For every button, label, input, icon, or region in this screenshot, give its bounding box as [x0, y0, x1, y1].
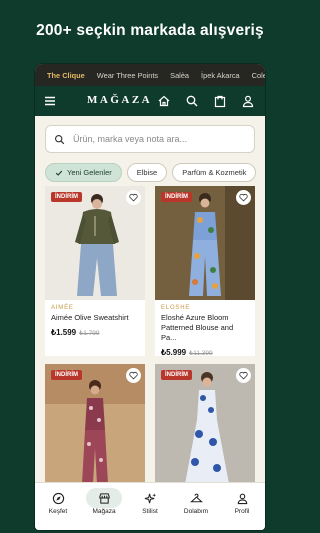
user-icon[interactable] [241, 94, 255, 108]
store-icon [98, 493, 110, 504]
favorite-button[interactable] [126, 190, 141, 205]
nav-label: Keşfet [48, 508, 68, 515]
tab-brand-0[interactable]: The Clique [47, 71, 85, 80]
hanger-icon [189, 493, 203, 503]
heart-icon [129, 371, 138, 380]
compass-icon [52, 492, 64, 505]
nav-item-store[interactable]: Mağaza [81, 483, 127, 530]
current-price: ₺1.599 [51, 328, 77, 337]
tab-brand-1[interactable]: Wear Three Points [97, 71, 158, 80]
brand-tabs: The Clique Wear Three Points Salèa İpek … [35, 64, 265, 86]
search-icon[interactable] [185, 94, 199, 108]
nav-label: Mağaza [92, 508, 116, 515]
promo-headline: 200+ seçkin markada alışveriş [36, 22, 264, 39]
check-icon [55, 170, 63, 176]
product-image: İNDİRİM [155, 186, 255, 300]
product-card[interactable]: İNDİRİM ELOSHE Eloshé Azure Bloom Patter… [155, 186, 255, 357]
search-icon [55, 134, 65, 144]
product-name: Aimée Olive Sweatshirt [51, 313, 129, 322]
sale-badge: İNDİRİM [51, 370, 82, 380]
product-card[interactable]: İNDİRİM [155, 364, 255, 484]
user-icon [237, 493, 247, 505]
tab-brand-2[interactable]: Salèa [170, 71, 189, 80]
current-price: ₺5.999 [161, 348, 187, 357]
search-input[interactable] [73, 134, 253, 144]
favorite-button[interactable] [236, 190, 251, 205]
heart-icon [129, 193, 138, 202]
product-price: ₺5.999 ₺11.399 [161, 348, 255, 357]
chip-label: Yeni Gelenler [67, 168, 112, 177]
search-bar[interactable] [45, 125, 255, 153]
product-image: İNDİRİM [45, 364, 145, 484]
nav-item-discover[interactable]: Keşfet [35, 483, 81, 530]
chip-label: Parfüm & Kozmetik [182, 168, 247, 177]
nav-item-wardrobe[interactable]: Dolabım [173, 483, 219, 530]
product-image: İNDİRİM [155, 364, 255, 484]
chip-dress[interactable]: Elbise [126, 163, 168, 182]
chip-perfume-cosmetics[interactable]: Parfüm & Kozmetik [172, 163, 257, 182]
sale-badge: İNDİRİM [51, 192, 82, 202]
filter-chips: Yeni Gelenler Elbise Parfüm & Kozmetik [45, 163, 265, 182]
product-card[interactable]: İNDİRİM [45, 364, 145, 484]
menu-icon[interactable] [43, 94, 57, 108]
nav-item-stylist[interactable]: Stilist [127, 483, 173, 530]
bottom-nav: Keşfet Mağaza Stilist Dolabım Profil [35, 482, 265, 530]
sale-badge: İNDİRİM [161, 370, 192, 380]
product-price: ₺1.599 ₺1.799 [51, 328, 145, 337]
old-price: ₺1.799 [79, 330, 100, 337]
sale-badge: İNDİRİM [161, 192, 192, 202]
favorite-button[interactable] [126, 368, 141, 383]
home-icon[interactable] [157, 94, 171, 108]
favorite-button[interactable] [236, 368, 251, 383]
bag-icon[interactable] [213, 94, 227, 108]
nav-label: Dolabım [183, 508, 209, 515]
product-name: Eloshé Azure Bloom Patterned Blouse and … [161, 313, 234, 342]
nav-label: Profil [234, 508, 250, 515]
app-header: MAĞAZA [35, 86, 265, 116]
nav-item-profile[interactable]: Profil [219, 483, 265, 530]
heart-icon [239, 371, 248, 380]
product-image: İNDİRİM [45, 186, 145, 300]
chip-new-arrivals[interactable]: Yeni Gelenler [45, 163, 122, 182]
tab-brand-4[interactable]: Colección [252, 71, 265, 80]
heart-icon [239, 193, 248, 202]
product-card[interactable]: İNDİRİM AIMÉE Aimée Olive Sweatshirt ₺1.… [45, 186, 145, 356]
tab-brand-3[interactable]: İpek Akarca [201, 71, 240, 80]
chip-label: Elbise [136, 168, 158, 177]
old-price: ₺11.399 [189, 350, 213, 357]
product-brand: AIMÉE [51, 305, 74, 311]
nav-label: Stilist [142, 508, 158, 515]
product-brand: ELOSHE [161, 305, 191, 311]
app-logo[interactable]: MAĞAZA [87, 94, 152, 106]
phone-screen: The Clique Wear Three Points Salèa İpek … [35, 64, 265, 530]
sparkles-icon [144, 493, 156, 504]
